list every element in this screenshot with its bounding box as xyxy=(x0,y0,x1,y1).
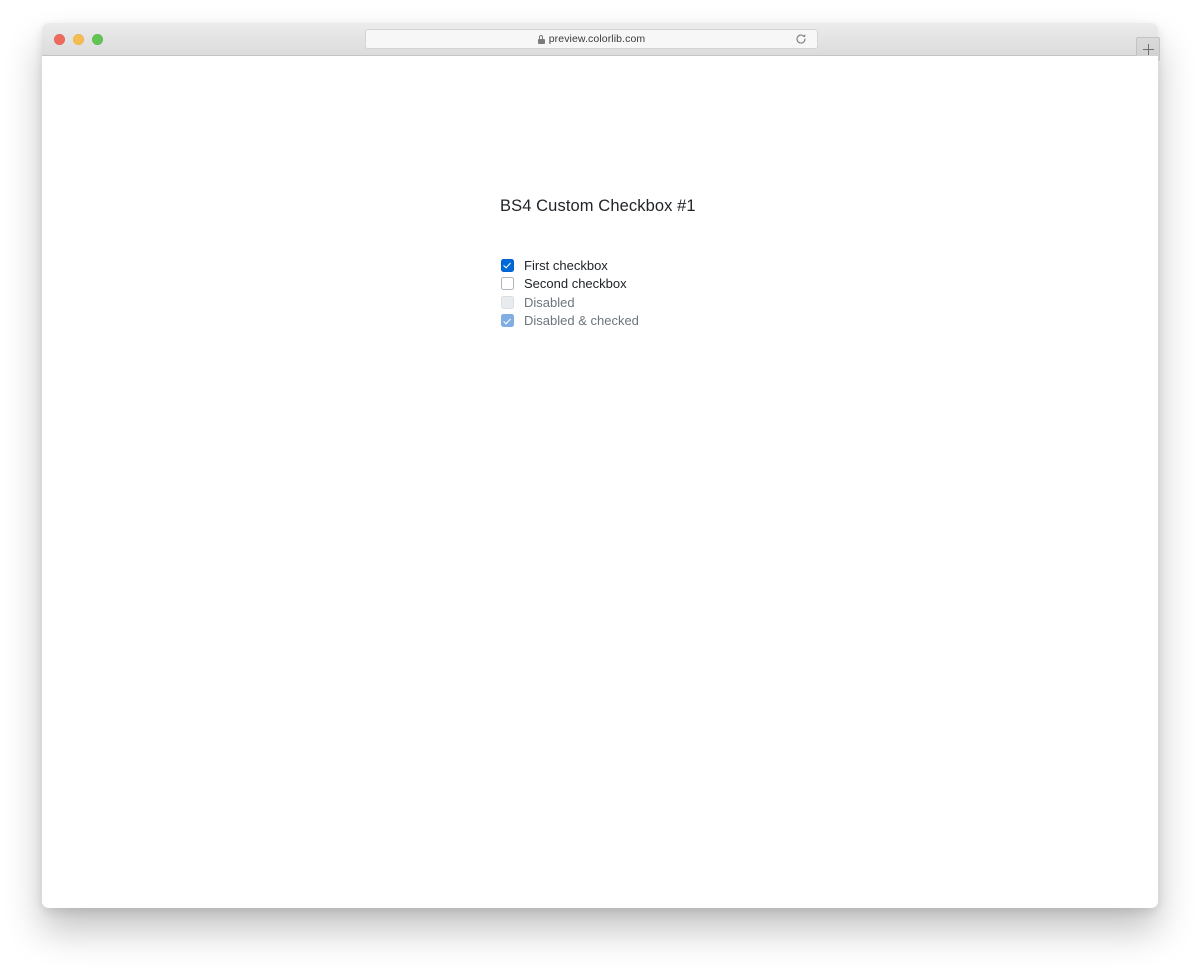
checkbox-row-disabled: Disabled xyxy=(501,293,639,312)
screenshot-root: preview.colorlib.com BS4 Custom Checkbox… xyxy=(0,0,1200,972)
page-content: BS4 Custom Checkbox #1 First checkbox Se… xyxy=(42,56,1158,908)
check-icon xyxy=(503,260,512,269)
checkbox-group: First checkbox Second checkbox Disabled xyxy=(501,256,639,330)
browser-viewport: BS4 Custom Checkbox #1 First checkbox Se… xyxy=(42,56,1158,908)
window-controls xyxy=(54,34,103,45)
plus-icon xyxy=(1142,43,1154,55)
page-title: BS4 Custom Checkbox #1 xyxy=(500,197,696,215)
check-icon xyxy=(503,316,512,325)
browser-window: preview.colorlib.com BS4 Custom Checkbox… xyxy=(42,23,1160,908)
checkbox-indicator-disabled xyxy=(501,295,514,309)
checkbox-row-second[interactable]: Second checkbox xyxy=(501,275,639,294)
reload-icon[interactable] xyxy=(795,33,807,45)
checkbox-indicator-disabled-checked xyxy=(501,314,514,327)
checkbox-row-disabled-checked: Disabled & checked xyxy=(501,312,639,331)
maximize-window-button[interactable] xyxy=(92,34,103,45)
checkbox-label-first[interactable]: First checkbox xyxy=(524,259,608,272)
url-text: preview.colorlib.com xyxy=(548,32,646,45)
minimize-window-button[interactable] xyxy=(73,34,84,45)
close-window-button[interactable] xyxy=(54,34,65,45)
checkbox-label-disabled-checked: Disabled & checked xyxy=(524,313,639,329)
browser-titlebar: preview.colorlib.com xyxy=(42,23,1160,61)
address-bar[interactable]: preview.colorlib.com xyxy=(365,29,818,49)
url-display: preview.colorlib.com xyxy=(537,32,646,45)
lock-icon xyxy=(537,34,545,44)
checkbox-label-second[interactable]: Second checkbox xyxy=(524,277,627,290)
checkbox-label-disabled: Disabled xyxy=(524,294,575,310)
checkbox-row-first[interactable]: First checkbox xyxy=(501,256,639,275)
checkbox-indicator-second[interactable] xyxy=(501,277,514,290)
checkbox-indicator-first[interactable] xyxy=(501,258,514,272)
